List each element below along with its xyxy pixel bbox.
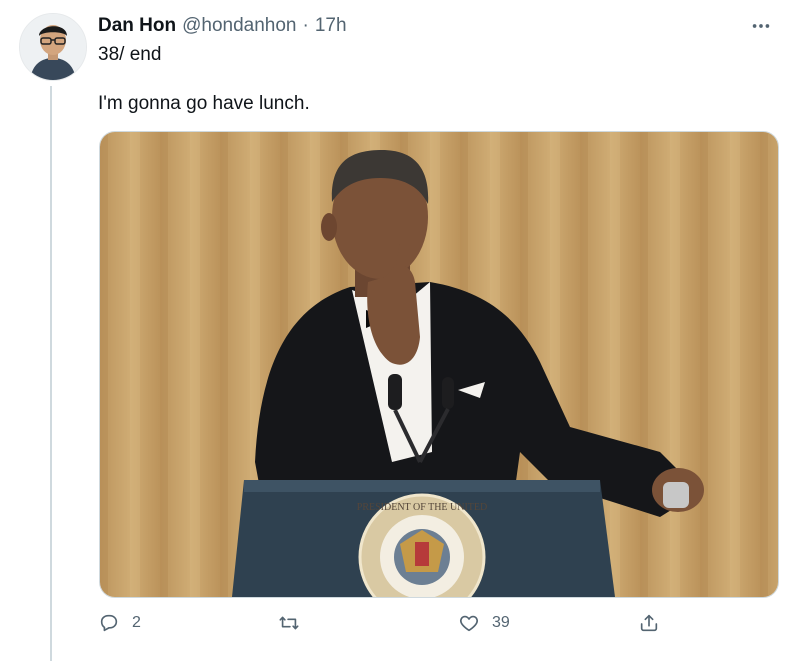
- tweet-text-line-1: 38/ end: [98, 44, 162, 65]
- like-button[interactable]: 39: [458, 608, 510, 638]
- reply-count: 2: [132, 614, 141, 631]
- heart-icon: [460, 615, 478, 632]
- like-count: 39: [492, 614, 510, 631]
- thread-connector-line: [50, 86, 52, 661]
- retweet-button[interactable]: [278, 608, 312, 638]
- avatar[interactable]: [19, 13, 87, 81]
- seal-text: PRESIDENT OF THE UNITED: [357, 502, 487, 513]
- more-icon: [752, 24, 770, 28]
- tweet-actions: 2 39: [98, 608, 678, 638]
- tweet-text-line-2: I'm gonna go have lunch.: [98, 93, 310, 114]
- reply-icon: [100, 614, 118, 632]
- retweet-icon: [279, 616, 299, 630]
- tweet-timestamp[interactable]: 17h: [315, 15, 347, 37]
- media-image: PRESIDENT OF THE UNITED: [100, 132, 778, 597]
- tweet-header: Dan Hon @hondanhon · 17h: [98, 14, 780, 38]
- separator-dot: ·: [302, 15, 309, 36]
- author-display-name[interactable]: Dan Hon: [98, 15, 176, 37]
- tweet-media-gif[interactable]: PRESIDENT OF THE UNITED: [99, 131, 779, 598]
- share-button[interactable]: [638, 608, 660, 638]
- more-options-button[interactable]: [748, 13, 774, 39]
- author-handle[interactable]: @hondanhon: [182, 15, 296, 37]
- reply-button[interactable]: 2: [98, 608, 141, 638]
- share-icon: [640, 614, 658, 632]
- avatar-image: [20, 14, 86, 80]
